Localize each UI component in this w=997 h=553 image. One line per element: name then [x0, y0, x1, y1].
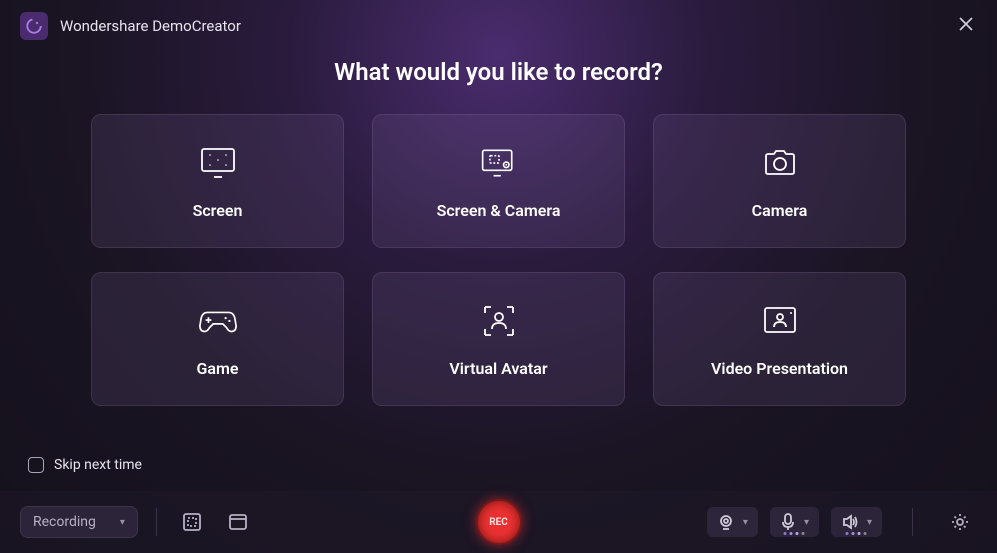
speaker-toggle-button[interactable]: ▾	[831, 507, 882, 537]
record-button-label: REC	[489, 517, 508, 528]
crop-region-button[interactable]	[175, 505, 209, 539]
record-button[interactable]: REC	[476, 499, 522, 545]
chevron-down-icon: ▾	[867, 517, 872, 528]
chevron-down-icon: ▾	[804, 517, 809, 528]
record-options-grid: Screen Screen & Camera Camera Game Virtu…	[0, 114, 997, 406]
right-controls: ▾ ▾ ▾	[707, 505, 977, 539]
level-indicator	[846, 532, 867, 535]
screen-tools-group	[175, 505, 255, 539]
camera-icon	[760, 143, 800, 183]
close-button[interactable]	[955, 13, 977, 39]
game-icon	[198, 301, 238, 341]
card-game[interactable]: Game	[91, 272, 344, 406]
card-label: Camera	[752, 201, 808, 220]
card-label: Game	[196, 359, 238, 378]
video-presentation-icon	[760, 301, 800, 341]
divider	[912, 508, 913, 536]
screen-icon	[198, 143, 238, 183]
window-select-button[interactable]	[221, 505, 255, 539]
skip-checkbox[interactable]	[28, 457, 44, 473]
settings-button[interactable]	[943, 505, 977, 539]
webcam-toggle-button[interactable]: ▾	[707, 507, 758, 537]
title-bar: Wondershare DemoCreator	[0, 0, 997, 48]
card-video-presentation[interactable]: Video Presentation	[653, 272, 906, 406]
mode-dropdown[interactable]: Recording ▾	[20, 506, 138, 538]
microphone-toggle-button[interactable]: ▾	[770, 507, 819, 537]
card-camera[interactable]: Camera	[653, 114, 906, 248]
app-title: Wondershare DemoCreator	[60, 17, 241, 35]
screen-camera-icon	[479, 143, 519, 183]
page-heading: What would you like to record?	[0, 58, 997, 86]
card-label: Screen & Camera	[437, 201, 561, 220]
chevron-down-icon: ▾	[743, 517, 748, 528]
skip-label: Skip next time	[54, 457, 142, 473]
chevron-down-icon: ▾	[120, 517, 125, 528]
divider	[156, 508, 157, 536]
card-virtual-avatar[interactable]: Virtual Avatar	[372, 272, 625, 406]
skip-next-time-row: Skip next time	[28, 457, 142, 473]
card-screen-camera[interactable]: Screen & Camera	[372, 114, 625, 248]
virtual-avatar-icon	[479, 301, 519, 341]
card-label: Screen	[193, 201, 243, 220]
card-screen[interactable]: Screen	[91, 114, 344, 248]
bottom-toolbar: Recording ▾ REC ▾ ▾ ▾	[0, 491, 997, 553]
mode-dropdown-label: Recording	[33, 514, 96, 530]
card-label: Virtual Avatar	[449, 359, 547, 378]
card-label: Video Presentation	[711, 359, 848, 378]
title-left: Wondershare DemoCreator	[20, 12, 241, 40]
app-logo-icon	[20, 12, 48, 40]
level-indicator	[784, 532, 805, 535]
